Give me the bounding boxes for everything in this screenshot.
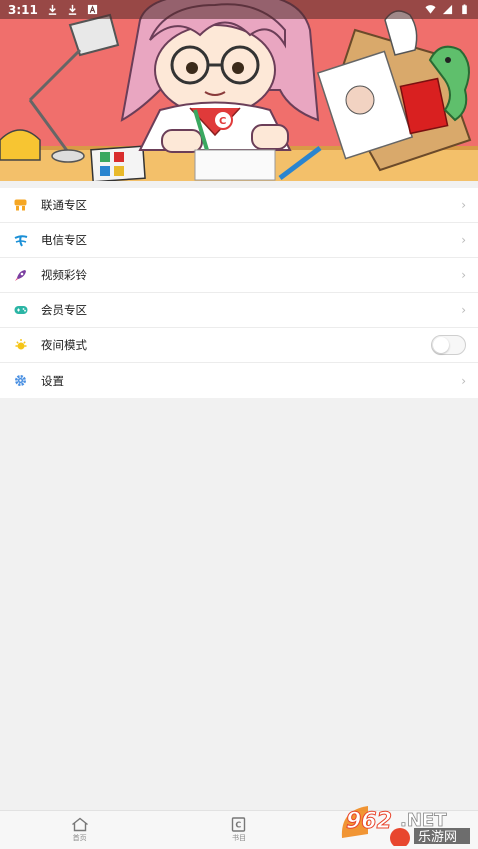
night-mode-toggle[interactable] — [431, 335, 466, 355]
battery-icon — [462, 4, 467, 15]
chevron-right-icon: › — [461, 198, 466, 212]
chevron-right-icon: › — [461, 303, 466, 317]
svg-text:C: C — [236, 821, 242, 830]
signal-icon — [442, 4, 453, 15]
text-a-icon — [87, 4, 97, 15]
wifi-icon — [425, 5, 436, 14]
header-banner: C — [0, 0, 478, 181]
status-time: 3:11 — [8, 2, 38, 17]
menu-item-night-mode[interactable]: 夜间模式 — [0, 328, 478, 363]
watermark: 962 .NET 乐游网 — [338, 802, 474, 848]
download-icon — [48, 4, 57, 15]
nav-catalog[interactable]: C 书目 — [159, 811, 318, 849]
watermark-sub: 乐游网 — [418, 830, 457, 845]
nav-home-label: 首页 — [72, 834, 87, 842]
unicom-icon — [13, 198, 28, 213]
gear-icon — [13, 373, 28, 388]
watermark-number: 962 — [346, 809, 392, 834]
chevron-right-icon: › — [461, 233, 466, 247]
book-icon: C — [232, 817, 246, 832]
sun-icon — [13, 338, 28, 353]
menu-list: 联通专区 › 电信专区 › 视频彩铃 › 会员专区 › 夜间模式 设置 › — [0, 188, 478, 398]
menu-label: 电信专区 — [41, 233, 87, 247]
menu-item-telecom[interactable]: 电信专区 › — [0, 223, 478, 258]
telecom-icon — [13, 233, 28, 248]
chevron-right-icon: › — [461, 268, 466, 282]
nav-catalog-label: 书目 — [231, 834, 246, 842]
menu-item-video-ringtone[interactable]: 视频彩铃 › — [0, 258, 478, 293]
nav-home[interactable]: 首页 — [0, 811, 159, 849]
menu-item-member[interactable]: 会员专区 › — [0, 293, 478, 328]
gamepad-icon — [13, 303, 28, 318]
menu-item-settings[interactable]: 设置 › — [0, 363, 478, 398]
download-icon — [68, 4, 77, 15]
svg-text:C: C — [219, 116, 226, 127]
home-icon — [71, 817, 88, 832]
watermark-suffix: .NET — [400, 810, 447, 831]
menu-item-unicom[interactable]: 联通专区 › — [0, 188, 478, 223]
menu-label: 夜间模式 — [41, 338, 87, 352]
rocket-icon — [13, 268, 28, 283]
menu-label: 会员专区 — [41, 303, 87, 317]
menu-label: 设置 — [41, 373, 64, 388]
menu-label: 联通专区 — [41, 198, 87, 212]
chevron-right-icon: › — [461, 373, 466, 388]
cartoon-illustration: C — [0, 0, 478, 181]
toggle-knob — [433, 337, 449, 353]
menu-label: 视频彩铃 — [41, 268, 87, 282]
watermark-logo: 962 .NET 乐游网 — [341, 806, 470, 848]
status-bar: 3:11 — [0, 0, 478, 19]
